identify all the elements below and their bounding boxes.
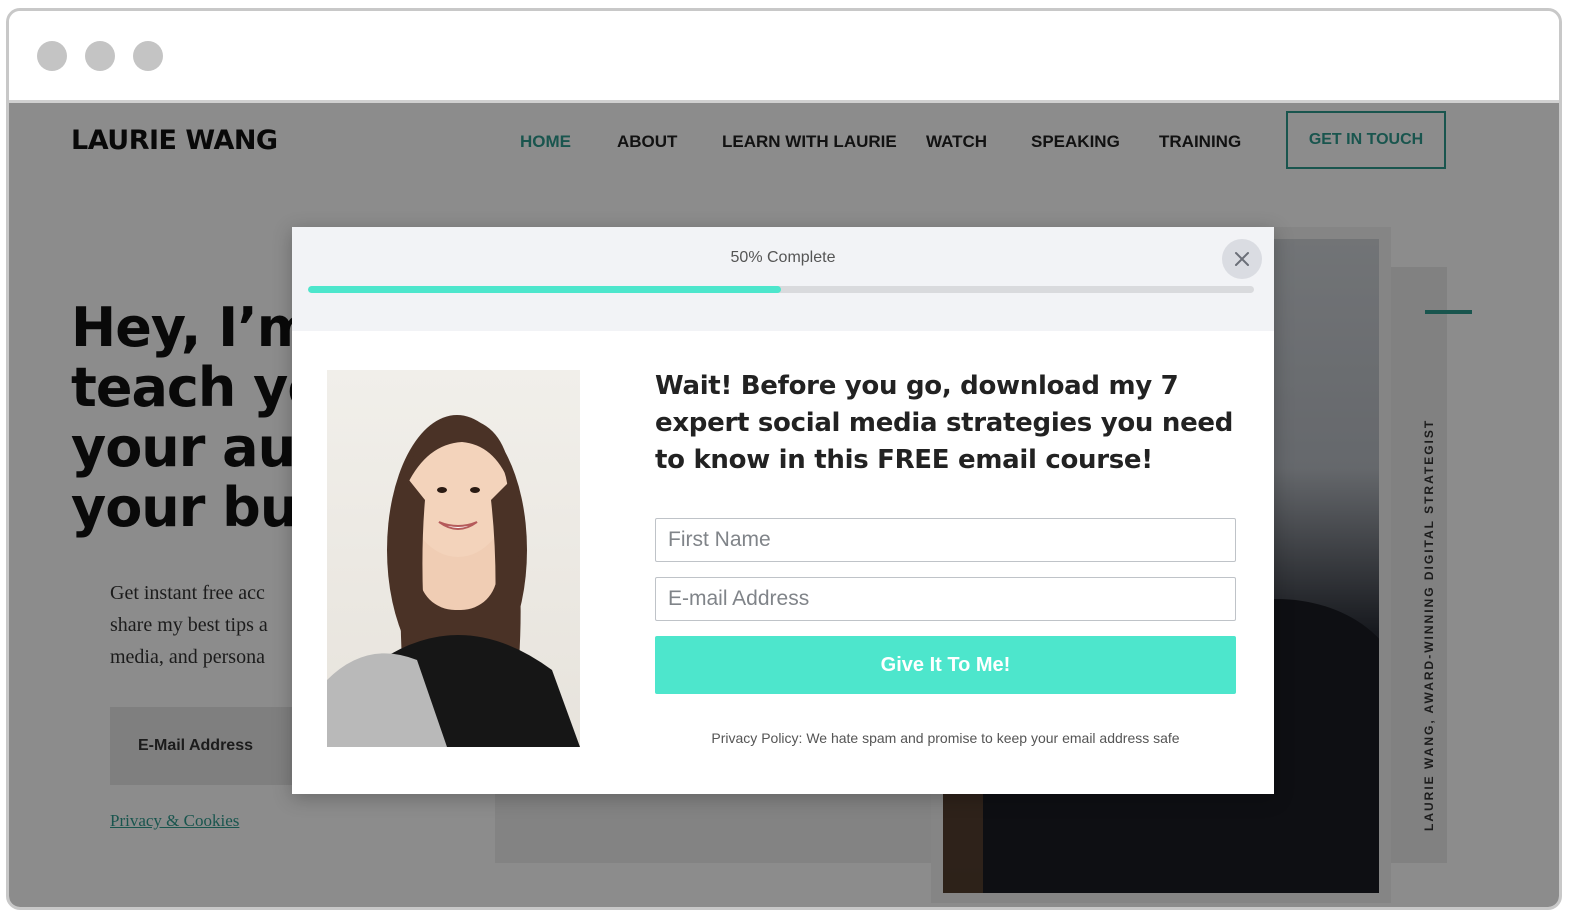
- window-minimize-dot[interactable]: [85, 41, 115, 71]
- close-button[interactable]: [1222, 239, 1262, 279]
- modal-headline: Wait! Before you go, download my 7 exper…: [655, 371, 1234, 475]
- browser-chrome: [9, 11, 1559, 103]
- profile-photo: [327, 370, 580, 747]
- first-name-field[interactable]: [655, 518, 1236, 562]
- window-close-dot[interactable]: [37, 41, 67, 71]
- window-maximize-dot[interactable]: [133, 41, 163, 71]
- close-icon: [1235, 252, 1249, 266]
- privacy-policy-text: Privacy Policy: We hate spam and promise…: [711, 730, 1180, 746]
- optin-modal: 50% Complete Wait! Before you go, downlo…: [292, 227, 1274, 794]
- progress-bar-fill: [308, 286, 781, 293]
- progress-bar: [308, 286, 1254, 293]
- profile-photo-illustration: [327, 415, 580, 747]
- submit-button[interactable]: Give It To Me!: [655, 636, 1236, 694]
- email-field[interactable]: [655, 577, 1236, 621]
- progress-label: 50% Complete: [730, 249, 836, 266]
- modal-header: 50% Complete: [292, 227, 1274, 331]
